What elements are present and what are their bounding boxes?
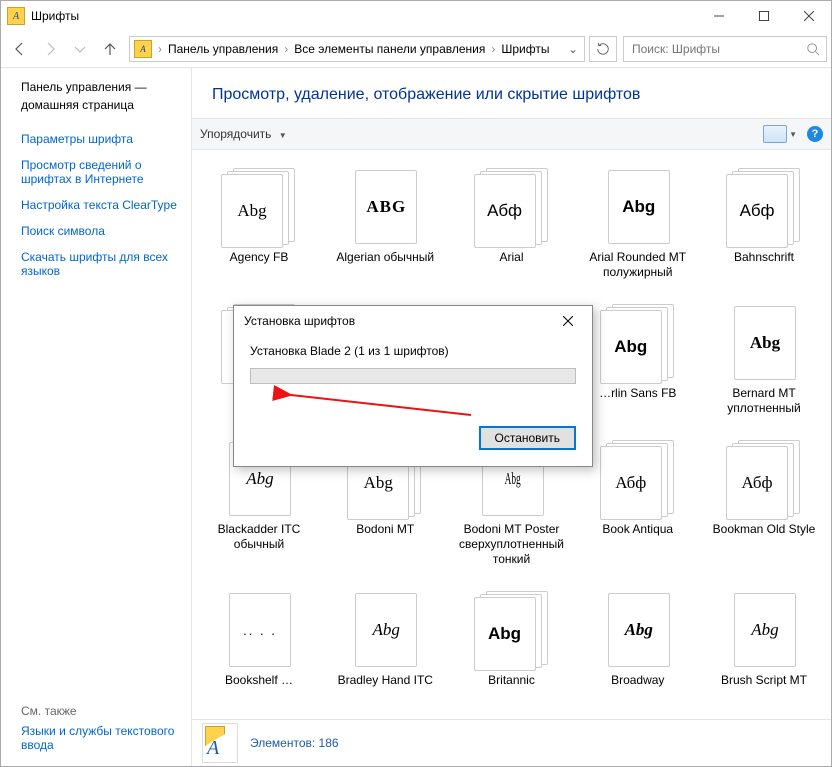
font-item[interactable]: АбфBahnschrift [711,168,817,280]
forward-button[interactable] [35,34,65,64]
fonts-folder-icon [202,723,238,763]
sidebar-header[interactable]: Панель управления — [21,80,183,94]
toolbar: Упорядочить ▼ ▼ ? [192,118,831,150]
font-label: Blackadder ITC обычный [206,522,312,552]
sidebar-link-download[interactable]: Скачать шрифты для всех языков [21,250,183,278]
progress-bar [250,368,576,384]
organize-button[interactable]: Упорядочить ▼ [200,127,287,141]
font-item[interactable]: АбфArial [459,168,565,280]
address-bar[interactable]: A › Панель управления › Все элементы пан… [129,36,585,62]
search-icon [806,42,820,56]
font-label: Arial Rounded MT полужирный [585,250,691,280]
dialog-title-bar: Установка шрифтов [234,306,592,336]
breadcrumb[interactable]: Все элементы панели управления [290,42,489,56]
font-label: Britannic [488,673,535,688]
font-label: Algerian обычный [336,250,434,265]
help-button[interactable]: ? [807,126,823,142]
dialog-close-button[interactable] [554,310,582,332]
refresh-button[interactable] [589,36,617,62]
font-label: Brush Script MT [721,673,807,688]
close-button[interactable] [786,1,831,31]
dialog-title: Установка шрифтов [244,314,355,328]
font-item[interactable]: AbgBroadway [585,591,691,688]
nav-bar: A › Панель управления › Все элементы пан… [1,31,831,68]
font-item[interactable]: АбфBookman Old Style [711,440,817,567]
dialog-message: Установка Blade 2 (1 из 1 шрифтов) [250,344,576,358]
breadcrumb[interactable]: Панель управления [164,42,282,56]
app-icon: A [7,7,25,25]
breadcrumb[interactable]: Шрифты [497,42,553,56]
view-dropdown-icon[interactable]: ▼ [789,130,797,139]
font-label: …rlin Sans FB [599,386,676,401]
font-item[interactable]: АбфBook Antiqua [585,440,691,567]
location-icon: A [134,40,152,58]
window-title: Шрифты [31,9,79,23]
app-window: A Шрифты A › Панель управления › Все эле… [0,0,832,767]
font-item[interactable]: AbgAgency FB [206,168,312,280]
sidebar-link-languages[interactable]: Языки и службы текстового ввода [21,724,183,752]
sidebar: Панель управления — домашняя страница Па… [1,68,191,766]
chevron-right-icon: › [156,42,164,56]
font-item[interactable]: AbgBrush Script MT [711,591,817,688]
sidebar-link-charmap[interactable]: Поиск символа [21,224,183,238]
font-item[interactable]: AbgBernard MT уплотненный [711,304,817,416]
font-label: Agency FB [230,250,289,265]
search-box[interactable] [623,36,827,62]
search-input[interactable] [630,41,806,57]
font-label: Bookshelf … [225,673,293,688]
font-item[interactable]: ABGAlgerian обычный [332,168,438,280]
status-text: Элементов: 186 [250,736,339,750]
font-label: Bernard MT уплотненный [711,386,817,416]
font-item[interactable]: AbgArial Rounded MT полужирный [585,168,691,280]
sidebar-link-font-settings[interactable]: Параметры шрифта [21,132,183,146]
font-label: Bookman Old Style [713,522,816,537]
minimize-button[interactable] [696,1,741,31]
view-options-button[interactable] [763,125,787,143]
font-label: Book Antiqua [602,522,673,537]
font-label: Bodoni MT [356,522,414,537]
chevron-right-icon: › [489,42,497,56]
font-item[interactable]: AbgBritannic [459,591,565,688]
font-item[interactable]: .. . .Bookshelf … [206,591,312,688]
font-item[interactable]: Abg…rlin Sans FB [585,304,691,416]
sidebar-header[interactable]: домашняя страница [21,98,183,112]
page-title: Просмотр, удаление, отображение или скры… [192,68,831,118]
recent-dropdown[interactable] [65,34,95,64]
sidebar-link-font-info[interactable]: Просмотр сведений о шрифтах в Интернете [21,158,183,186]
font-item[interactable]: AbgBradley Hand ITC [332,591,438,688]
back-button[interactable] [5,34,35,64]
font-label: Bradley Hand ITC [338,673,433,688]
sidebar-link-cleartype[interactable]: Настройка текста ClearType [21,198,183,212]
status-bar: Элементов: 186 [192,719,831,766]
font-label: Broadway [611,673,664,688]
maximize-button[interactable] [741,1,786,31]
up-button[interactable] [95,34,125,64]
font-label: Bodoni MT Poster сверхуплотненный тонкий [459,522,565,567]
title-bar: A Шрифты [1,1,831,31]
address-dropdown-icon[interactable]: ⌄ [562,42,584,56]
chevron-right-icon: › [282,42,290,56]
stop-button[interactable]: Остановить [479,426,577,450]
sidebar-see-also: См. также [21,704,183,718]
install-dialog: Установка шрифтов Установка Blade 2 (1 и… [233,305,593,467]
font-label: Arial [499,250,523,265]
font-label: Bahnschrift [734,250,794,265]
